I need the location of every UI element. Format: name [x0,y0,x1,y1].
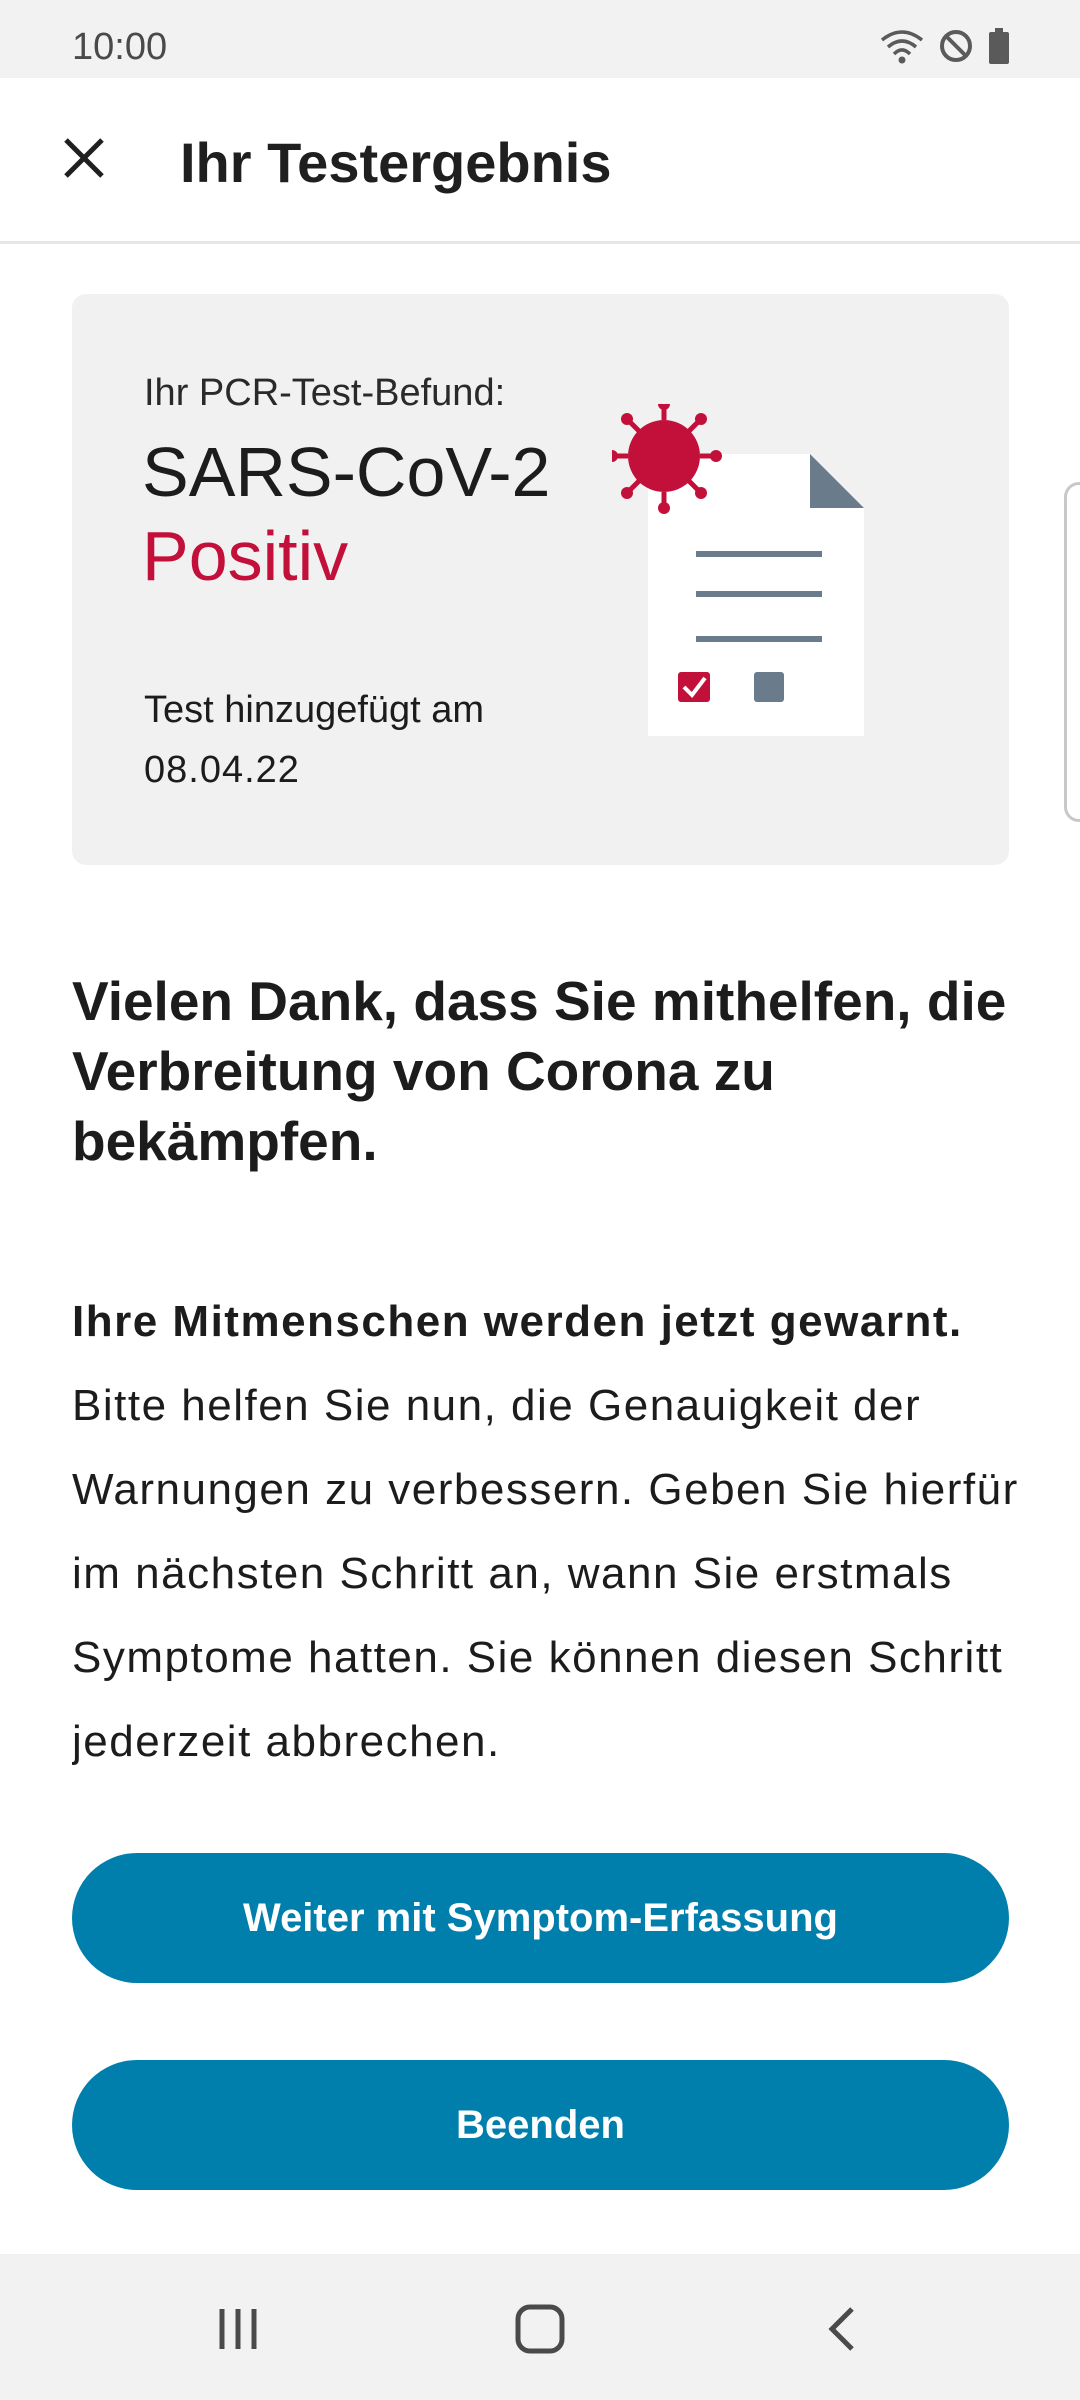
wifi-icon [880,30,924,64]
result-label: Ihr PCR-Test-Befund: [144,372,506,414]
continue-symptom-button[interactable]: Weiter mit Symptom-Erfassung [72,1853,1009,1983]
status-time: 10:00 [72,26,168,68]
home-button[interactable] [500,2294,580,2364]
do-not-disturb-icon [940,30,972,62]
body-text-rest: Bitte helfen Sie nun, die Genauigkeit de… [72,1381,1019,1766]
close-icon [64,138,104,178]
close-button[interactable] [44,118,124,198]
body-text: Ihre Mitmenschen werden jetzt gewarnt. B… [72,1280,1032,1784]
home-icon [515,2304,565,2354]
result-date-label: Test hinzugefügt am [144,689,485,731]
status-bar: 10:00 [0,0,1080,78]
body-text-bold: Ihre Mitmenschen werden jetzt gewarnt. [72,1297,963,1346]
status-icons [880,26,1010,66]
recent-apps-icon [219,2309,257,2349]
thanks-heading: Vielen Dank, dass Sie mithelfen, die Ver… [72,970,1007,1172]
result-virus-name: SARS-CoV-2 [142,433,551,511]
toolbar: Ihr Testergebnis [0,78,1080,244]
test-result-card: Ihr PCR-Test-Befund: SARS-CoV-2 Positiv … [72,294,1009,865]
result-date: 08.04.22 [144,749,300,791]
result-status: Positiv [142,517,349,595]
side-panel-handle[interactable] [1064,482,1080,822]
battery-icon [989,28,1009,64]
navigation-bar [0,2254,1080,2400]
test-document-illustration [612,404,864,736]
back-button[interactable] [802,2294,882,2364]
page-title: Ihr Testergebnis [180,131,612,194]
back-icon [828,2307,854,2351]
recent-apps-button[interactable] [198,2294,278,2364]
body-scroll-area[interactable]: Ihre Mitmenschen werden jetzt gewarnt. B… [72,1280,1032,1808]
finish-button[interactable]: Beenden [72,2060,1009,2190]
